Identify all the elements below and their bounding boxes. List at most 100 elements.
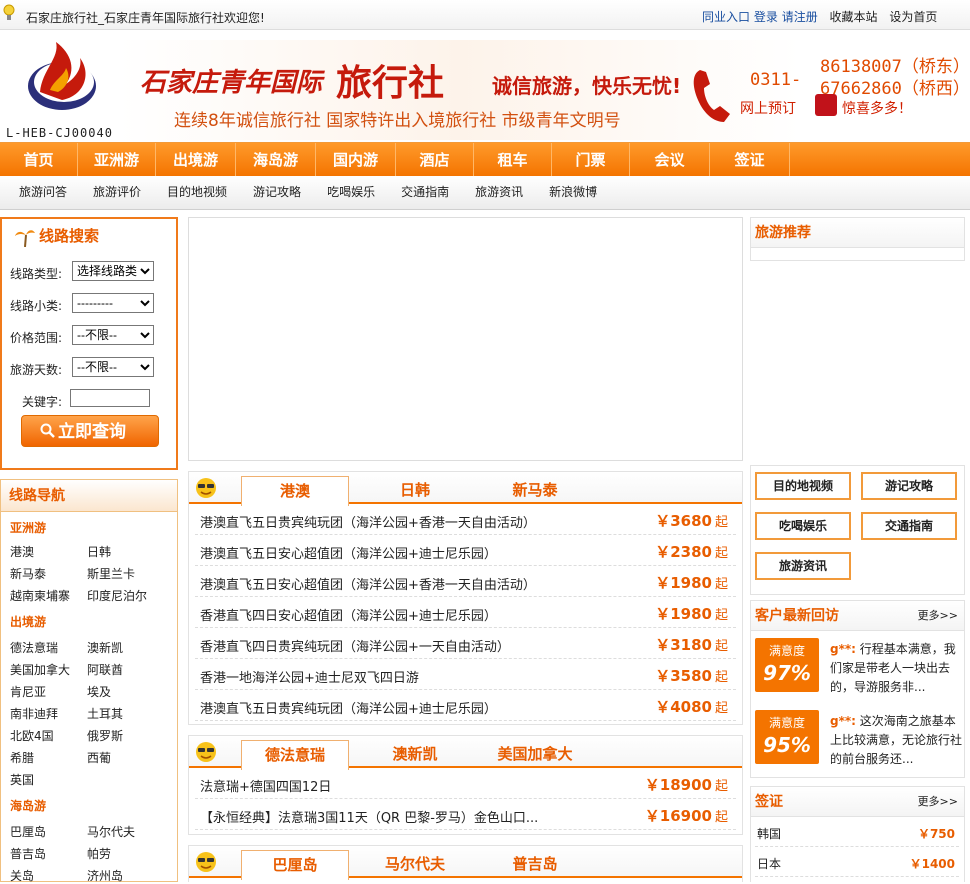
reviews-more-link[interactable]: 更多>>	[918, 601, 958, 631]
route-name[interactable]: 港澳直飞五日安心超值团（海洋公园+香港一天自由活动）	[200, 574, 536, 593]
nav-visa[interactable]: 签证	[710, 143, 790, 177]
route-row[interactable]: 港澳直飞五日安心超值团（海洋公园+香港一天自由活动） ￥1980 起	[195, 566, 736, 597]
tab-oceania[interactable]: 澳新凯	[361, 740, 469, 768]
nav-home[interactable]: 首页	[0, 143, 78, 177]
nav-tickets[interactable]: 门票	[552, 143, 630, 177]
route-item[interactable]: 斯里兰卡	[87, 565, 135, 582]
route-name[interactable]: 港澳直飞五日贵宾纯玩团（海洋公园+香港一天自由活动）	[200, 512, 536, 531]
quick-transport-button[interactable]: 交通指南	[861, 512, 957, 540]
subnav-food[interactable]: 吃喝娱乐	[327, 176, 375, 208]
route-item[interactable]: 澳新凯	[87, 639, 123, 656]
route-row[interactable]: 香港直飞四日安心超值团（海洋公园+迪士尼乐园） ￥1980 起	[195, 597, 736, 628]
route-item[interactable]: 关岛	[10, 867, 34, 884]
subnav-videos[interactable]: 目的地视频	[167, 176, 227, 208]
route-name[interactable]: 【永恒经典】法意瑞3国11天（QR 巴黎-罗马）金色山口...	[200, 807, 538, 826]
set-homepage-link[interactable]: 设为首页	[889, 10, 937, 24]
route-type-select[interactable]: 选择线路类	[72, 261, 154, 281]
tab-phuket[interactable]: 普吉岛	[481, 850, 589, 878]
route-item[interactable]: 巴厘岛	[10, 823, 46, 840]
route-item[interactable]: 土耳其	[87, 705, 123, 722]
search-button[interactable]: 立即查询	[21, 415, 159, 447]
route-item[interactable]: 普吉岛	[10, 845, 46, 862]
quick-videos-button[interactable]: 目的地视频	[755, 472, 851, 500]
subnav-transport[interactable]: 交通指南	[401, 176, 449, 208]
route-item[interactable]: 英国	[10, 771, 34, 788]
route-item[interactable]: 阿联酋	[87, 661, 123, 678]
route-name[interactable]: 香港直飞四日贵宾纯玩团（海洋公园+一天自由活动）	[200, 636, 510, 655]
subnav-reviews[interactable]: 旅游评价	[93, 176, 141, 208]
route-row[interactable]: 法意瑞+德国四国12日 ￥18900 起	[195, 768, 736, 799]
subnav-guides[interactable]: 游记攻略	[253, 176, 301, 208]
register-link[interactable]: 请注册	[782, 10, 818, 24]
route-item[interactable]: 港澳	[10, 543, 34, 560]
tab-japan-korea[interactable]: 日韩	[361, 476, 469, 504]
login-link[interactable]: 登录	[754, 10, 778, 24]
tab-sg-my-th[interactable]: 新马泰	[481, 476, 589, 504]
bookmark-link[interactable]: 收藏本站	[830, 10, 878, 24]
route-item[interactable]: 希腊	[10, 749, 34, 766]
online-booking-text[interactable]: 网上预订	[740, 98, 796, 118]
price-range-select[interactable]: --不限--	[72, 325, 154, 345]
banner-slogan-motto: 诚信旅游，快乐无忧!	[492, 74, 682, 98]
route-item[interactable]: 肯尼亚	[10, 683, 46, 700]
nav-asia[interactable]: 亚洲游	[78, 143, 156, 177]
route-name[interactable]: 香港一地海洋公园+迪士尼双飞四日游	[200, 667, 419, 686]
subnav-news[interactable]: 旅游资讯	[475, 176, 523, 208]
tab-hk-macau[interactable]: 港澳	[241, 476, 349, 506]
tab-north-america[interactable]: 美国加拿大	[481, 740, 589, 768]
route-item[interactable]: 西葡	[87, 749, 111, 766]
route-item[interactable]: 越南柬埔寨	[10, 587, 70, 604]
route-name[interactable]: 香港直飞四日安心超值团（海洋公园+迪士尼乐园）	[200, 605, 497, 624]
route-item[interactable]: 南非迪拜	[10, 705, 58, 722]
review-item[interactable]: 满意度 97% g**: 行程基本满意，我们家是带老人一块出去的，导游服务非..…	[755, 638, 961, 700]
route-item[interactable]: 日韩	[87, 543, 111, 560]
route-name[interactable]: 港澳直飞五日贵宾纯玩团（海洋公园+迪士尼乐园）	[200, 698, 497, 717]
trade-entry-link[interactable]: 同业入口	[702, 10, 750, 24]
route-row[interactable]: 香港一地海洋公园+迪士尼双飞四日游 ￥3580 起	[195, 659, 736, 690]
tab-maldives[interactable]: 马尔代夫	[361, 850, 469, 878]
route-section-outbound[interactable]: 出境游	[10, 613, 46, 630]
quick-news-button[interactable]: 旅游资讯	[755, 552, 851, 580]
tab-bali[interactable]: 巴厘岛	[241, 850, 349, 880]
route-item[interactable]: 北欧4国	[10, 727, 54, 744]
logo[interactable]: L-HEB-CJ00040	[6, 38, 116, 140]
route-name[interactable]: 港澳直飞五日安心超值团（海洋公园+迪士尼乐园）	[200, 543, 497, 562]
nav-domestic[interactable]: 国内游	[316, 143, 396, 177]
route-row[interactable]: 港澳直飞五日贵宾纯玩团（海洋公园+迪士尼乐园） ￥4080 起	[195, 690, 736, 721]
route-name[interactable]: 法意瑞+德国四国12日	[200, 776, 331, 795]
route-row[interactable]: 香港直飞四日贵宾纯玩团（海洋公园+一天自由活动） ￥3180 起	[195, 628, 736, 659]
route-item[interactable]: 帕劳	[87, 845, 111, 862]
route-item[interactable]: 济州岛	[87, 867, 123, 884]
subnav-qa[interactable]: 旅游问答	[19, 176, 67, 208]
route-item[interactable]: 美国加拿大	[10, 661, 70, 678]
route-item[interactable]: 俄罗斯	[87, 727, 123, 744]
route-row[interactable]: 【永恒经典】法意瑞3国11天（QR 巴黎-罗马）金色山口... ￥16900 起	[195, 799, 736, 830]
nav-island[interactable]: 海岛游	[236, 143, 316, 177]
quick-food-button[interactable]: 吃喝娱乐	[755, 512, 851, 540]
route-item[interactable]: 新马泰	[10, 565, 46, 582]
review-item[interactable]: 满意度 95% g**: 这次海南之旅基本上比较满意，无论旅行社的前台服务还..…	[755, 710, 962, 772]
days-select[interactable]: --不限--	[72, 357, 154, 377]
search-title: 线路搜索	[14, 225, 99, 247]
route-item[interactable]: 印度尼泊尔	[87, 587, 147, 604]
tab-europe[interactable]: 德法意瑞	[241, 740, 349, 770]
route-row[interactable]: 港澳直飞五日贵宾纯玩团（海洋公园+香港一天自由活动） ￥3680 起	[195, 504, 736, 535]
keyword-input[interactable]	[70, 389, 150, 407]
quick-guides-button[interactable]: 游记攻略	[861, 472, 957, 500]
nav-hotel[interactable]: 酒店	[396, 143, 474, 177]
visa-row[interactable]: 韩国 ￥750	[755, 817, 959, 847]
nav-car-rental[interactable]: 租车	[474, 143, 552, 177]
route-row[interactable]: 港澳直飞五日安心超值团（海洋公园+迪士尼乐园） ￥2380 起	[195, 535, 736, 566]
nav-outbound[interactable]: 出境游	[156, 143, 236, 177]
route-item[interactable]: 埃及	[87, 683, 111, 700]
route-item[interactable]: 德法意瑞	[10, 639, 58, 656]
nav-meetings[interactable]: 会议	[630, 143, 710, 177]
route-section-island[interactable]: 海岛游	[10, 797, 46, 814]
route-section-asia[interactable]: 亚洲游	[10, 519, 46, 536]
main-slideshow[interactable]	[188, 217, 743, 461]
route-item[interactable]: 马尔代夫	[87, 823, 135, 840]
visa-more-link[interactable]: 更多>>	[918, 787, 958, 817]
visa-row[interactable]: 日本 ￥1400	[755, 847, 959, 877]
subnav-weibo[interactable]: 新浪微博	[549, 176, 597, 208]
route-subtype-select[interactable]: ---------	[72, 293, 154, 313]
